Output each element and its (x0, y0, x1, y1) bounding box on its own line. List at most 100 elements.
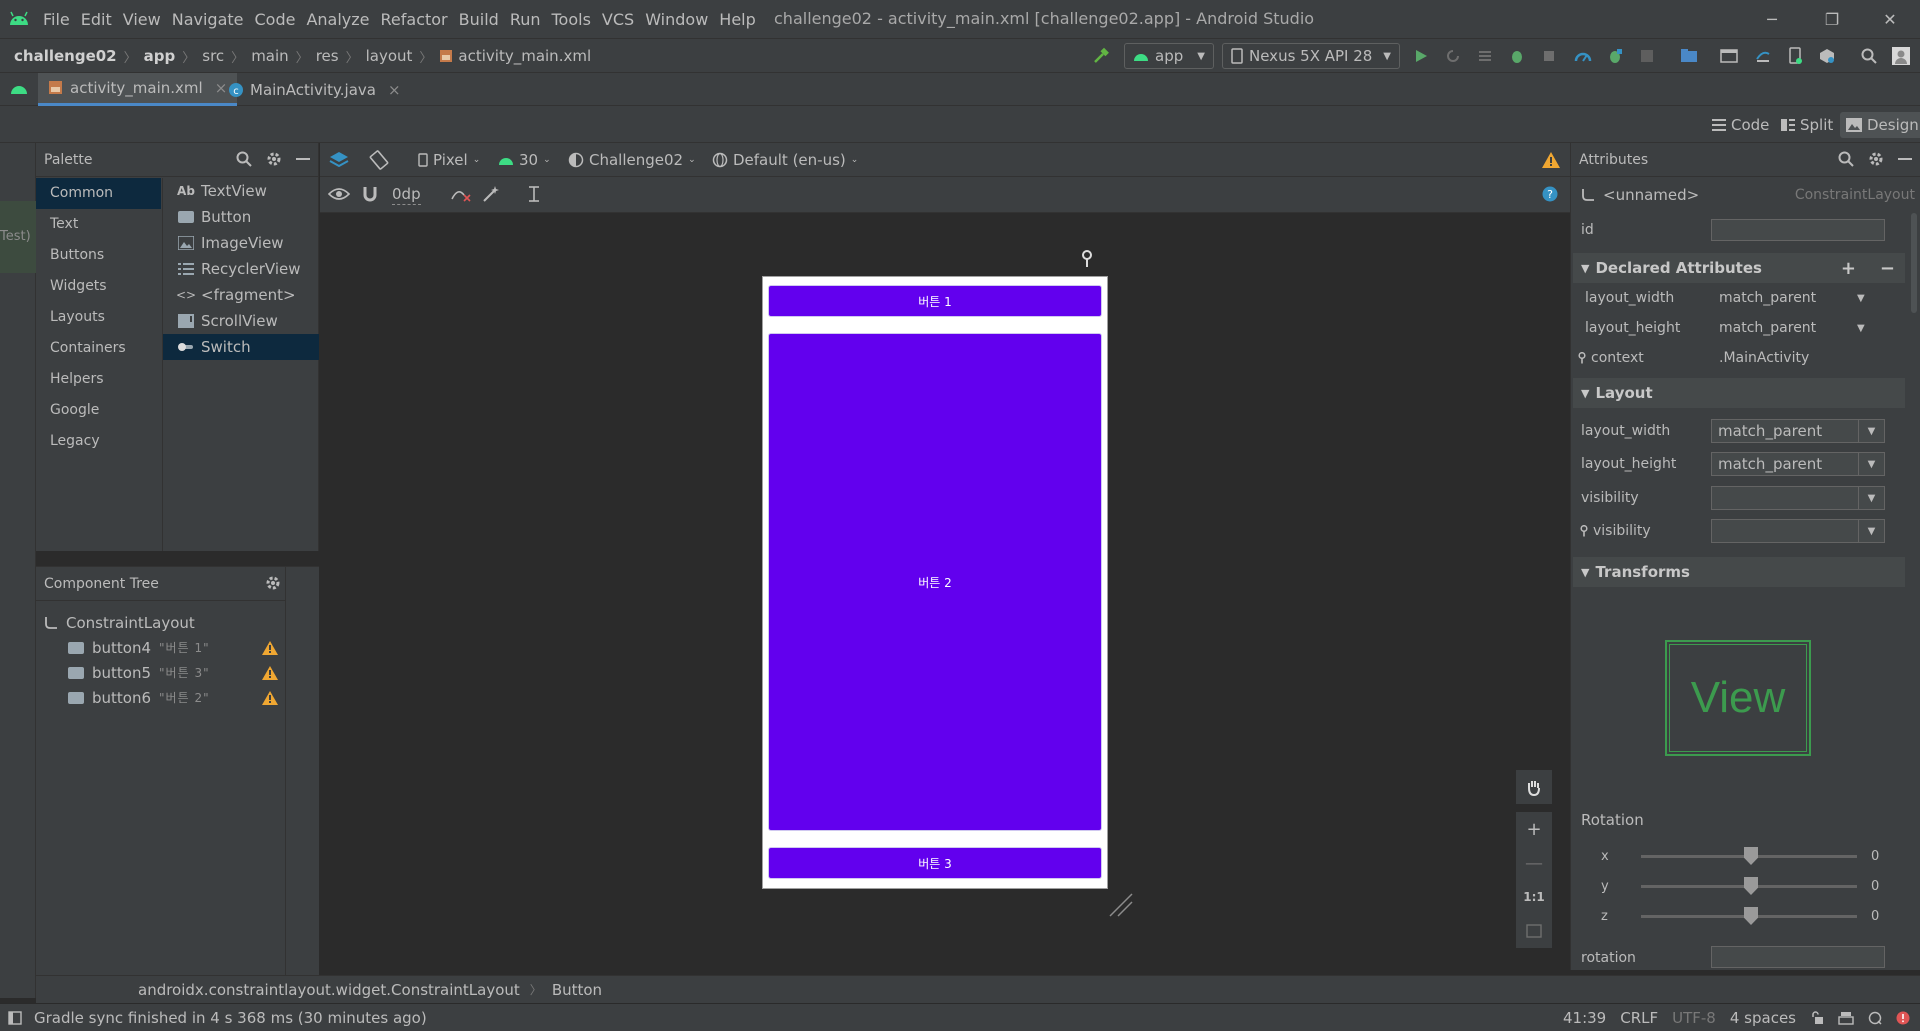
sdk-manager-icon[interactable] (1816, 45, 1838, 67)
add-attribute-icon[interactable]: + (1841, 258, 1856, 279)
project-structure-icon[interactable] (1678, 45, 1700, 67)
palette-category-buttons[interactable]: Buttons (36, 240, 161, 271)
remove-attribute-icon[interactable]: − (1880, 258, 1895, 279)
device-select[interactable]: Nexus 5X API 28 ▼ (1222, 43, 1400, 69)
make-project-hammer-icon[interactable] (1090, 45, 1112, 67)
tree-node-button6[interactable]: button6 "버튼 2" (44, 685, 286, 710)
palette-item-recyclerview[interactable]: RecyclerView (163, 256, 319, 282)
resize-handle-icon[interactable] (1108, 892, 1134, 918)
component-breadcrumb-parent[interactable]: androidx.constraintlayout.widget.Constra… (138, 981, 520, 999)
palette-item-fragment[interactable]: <> <fragment> (163, 282, 319, 308)
apply-code-changes-icon[interactable] (1474, 45, 1496, 67)
api-level-select[interactable]: 30 ⌄ (498, 143, 551, 177)
palette-item-switch[interactable]: Switch (163, 334, 319, 360)
layout-width-select[interactable]: match_parent ▼ (1711, 419, 1885, 443)
default-margin-select[interactable]: 0dp (392, 183, 421, 205)
device-preview[interactable]: 버튼 1 버튼 2 버튼 3 (762, 276, 1108, 889)
chevron-down-icon[interactable]: ▼ (1857, 323, 1865, 334)
menu-window[interactable]: Window (645, 10, 717, 29)
device-manager-icon[interactable] (1784, 45, 1806, 67)
debug-icon[interactable] (1506, 45, 1528, 67)
slider-knob[interactable] (1744, 907, 1758, 925)
breadcrumb-res[interactable]: res (316, 47, 339, 65)
autoconnect-magnet-icon[interactable] (362, 177, 378, 211)
wrench-icon[interactable] (1080, 250, 1094, 268)
section-transforms[interactable]: ▼ Transforms (1573, 557, 1905, 587)
menu-code[interactable]: Code (255, 10, 305, 29)
palette-category-helpers[interactable]: Helpers (36, 364, 161, 395)
slider-knob[interactable] (1744, 877, 1758, 895)
menu-vcs[interactable]: VCS (602, 10, 643, 29)
visibility-select[interactable]: ▼ (1711, 486, 1885, 510)
breadcrumb-layout[interactable]: layout (366, 47, 413, 65)
breadcrumb-main[interactable]: main (251, 47, 288, 65)
palette-item-imageview[interactable]: ImageView (163, 230, 319, 256)
profiler-icon[interactable] (1572, 45, 1594, 67)
menu-navigate[interactable]: Navigate (172, 10, 253, 29)
attributes-scrollbar[interactable] (1911, 213, 1917, 313)
breadcrumb-app[interactable]: app (144, 47, 176, 65)
issues-warning-icon[interactable] (1542, 143, 1560, 177)
error-indicator-icon[interactable] (1896, 1011, 1910, 1025)
lock-icon[interactable] (1810, 1010, 1824, 1025)
code-view-button[interactable]: Code (1706, 112, 1775, 138)
slider-knob[interactable] (1744, 847, 1758, 865)
rotation-input[interactable] (1711, 946, 1885, 968)
design-view-button[interactable]: Design (1840, 112, 1920, 138)
attr-value[interactable]: .MainActivity (1711, 350, 1809, 366)
device-preview-select[interactable]: Pixel ⌄ (418, 143, 480, 177)
breadcrumb-src[interactable]: src (202, 47, 224, 65)
stop-icon[interactable] (1636, 45, 1658, 67)
close-window-button[interactable]: ✕ (1864, 0, 1916, 38)
zoom-to-fit-icon[interactable] (1516, 914, 1552, 948)
minimize-panel-icon[interactable] (296, 151, 310, 167)
palette-category-legacy[interactable]: Legacy (36, 426, 161, 457)
palette-item-scrollview[interactable]: ScrollView (163, 308, 319, 334)
tools-visibility-select[interactable]: ▼ (1711, 519, 1885, 543)
toggle-tool-windows-icon[interactable] (8, 1010, 22, 1025)
attach-debugger-icon[interactable] (1604, 45, 1626, 67)
tool-window-marker[interactable]: Test) (0, 201, 36, 273)
section-layout[interactable]: ▼ Layout (1573, 378, 1905, 408)
palette-category-containers[interactable]: Containers (36, 333, 161, 364)
preview-button-2[interactable]: 버튼 2 (769, 334, 1101, 830)
palette-category-widgets[interactable]: Widgets (36, 271, 161, 302)
pan-hand-icon[interactable] (1516, 770, 1552, 804)
chevron-down-icon[interactable]: ▼ (1857, 293, 1865, 304)
apply-changes-icon[interactable] (1442, 45, 1464, 67)
tree-node-button4[interactable]: button4 "버튼 1" (44, 635, 286, 660)
help-icon[interactable]: ? (1542, 177, 1558, 211)
clear-constraints-icon[interactable] (450, 177, 472, 211)
split-view-button[interactable]: Split (1775, 112, 1839, 138)
breadcrumb-project[interactable]: challenge02 (14, 47, 117, 65)
menu-file[interactable]: File (43, 10, 79, 29)
palette-item-button[interactable]: Button (163, 204, 319, 230)
sync-gradle-icon[interactable] (1752, 45, 1774, 67)
indent-setting[interactable]: 4 spaces (1730, 1009, 1796, 1027)
search-icon[interactable] (1858, 45, 1880, 67)
warning-icon[interactable] (262, 665, 278, 680)
file-encoding[interactable]: UTF-8 (1672, 1009, 1716, 1027)
breadcrumb-file[interactable]: activity_main.xml (458, 47, 591, 65)
orientation-rotate-icon[interactable] (368, 143, 390, 177)
zoom-in-button[interactable]: + (1516, 812, 1552, 846)
search-icon[interactable] (236, 151, 252, 167)
palette-category-common[interactable]: Common (36, 178, 161, 209)
gear-icon[interactable] (265, 575, 281, 591)
close-tab-icon[interactable]: × (388, 81, 401, 99)
restore-button[interactable]: ❐ (1806, 0, 1858, 38)
rotation-y-slider[interactable] (1641, 877, 1857, 895)
palette-category-layouts[interactable]: Layouts (36, 302, 161, 333)
attr-value[interactable]: match_parent (1711, 320, 1816, 336)
tab-main-activity-java[interactable]: c MainActivity.java × (218, 73, 411, 106)
search-icon[interactable] (1838, 151, 1854, 167)
gear-icon[interactable] (1868, 151, 1884, 167)
memory-indicator-icon[interactable] (1838, 1011, 1854, 1025)
palette-category-google[interactable]: Google (36, 395, 161, 426)
user-avatar-icon[interactable] (1890, 45, 1912, 67)
line-separator[interactable]: CRLF (1620, 1009, 1658, 1027)
gear-icon[interactable] (266, 151, 282, 167)
warning-icon[interactable] (262, 690, 278, 705)
warning-icon[interactable] (262, 640, 278, 655)
menu-edit[interactable]: Edit (81, 10, 121, 29)
